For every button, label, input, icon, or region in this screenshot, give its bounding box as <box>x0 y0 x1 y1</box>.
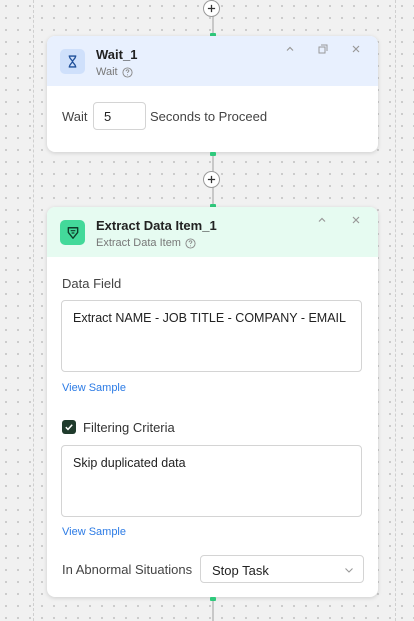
collapse-icon <box>286 46 294 51</box>
duplicate-button[interactable] <box>316 42 330 56</box>
view-sample-link[interactable]: View Sample <box>62 526 126 538</box>
wait-card-title: Wait_1 <box>96 47 138 62</box>
data-field-label: Data Field <box>62 276 122 291</box>
help-icon[interactable] <box>185 237 196 249</box>
filtering-criteria-value: Skip duplicated data <box>73 456 186 470</box>
seconds-value: 5 <box>104 109 112 124</box>
extract-card-title: Extract Data Item_1 <box>96 218 217 233</box>
seconds-input[interactable]: 5 <box>93 102 146 130</box>
extract-card-subtitle: Extract Data Item <box>96 237 181 249</box>
filtering-checkbox[interactable] <box>62 420 76 434</box>
extract-card-header[interactable]: Extract Data Item_1 Extract Data Item <box>47 207 378 257</box>
extract-card-subtitle-row: Extract Data Item <box>96 237 196 249</box>
abnormal-situations-select[interactable]: Stop Task <box>200 555 364 583</box>
wait-card-subtitle-row: Wait <box>96 66 133 78</box>
close-icon <box>352 45 360 53</box>
checkbox-check-icon <box>65 424 73 431</box>
collapse-icon <box>318 217 326 222</box>
help-icon[interactable] <box>122 66 133 78</box>
add-step-button[interactable] <box>203 0 220 17</box>
connector-line <box>212 601 214 621</box>
collapse-button[interactable] <box>315 213 329 227</box>
collapse-button[interactable] <box>283 42 297 56</box>
hourglass-icon <box>68 55 77 68</box>
wait-label-before: Wait <box>62 109 88 124</box>
copy-icon <box>318 44 328 54</box>
plus-icon <box>207 175 216 184</box>
wait-card-subtitle: Wait <box>96 66 118 78</box>
close-icon <box>352 216 360 224</box>
extract-data-card[interactable]: Extract Data Item_1 Extract Data Item Da… <box>47 207 378 597</box>
chevron-down-icon <box>345 568 353 573</box>
plus-icon <box>207 4 216 13</box>
wait-card-header[interactable]: Wait_1 Wait <box>47 36 378 86</box>
view-sample-link[interactable]: View Sample <box>62 382 126 394</box>
wait-card[interactable]: Wait_1 Wait Wait 5 Seconds to Proceed <box>47 36 378 152</box>
extract-step-icon <box>60 220 85 245</box>
wait-step-icon <box>60 49 85 74</box>
wait-label-after: Seconds to Proceed <box>150 109 268 124</box>
close-button[interactable] <box>349 213 363 227</box>
data-field-textarea[interactable]: Extract NAME - JOB TITLE - COMPANY - EMA… <box>61 300 362 372</box>
abnormal-situations-label: In Abnormal Situations <box>62 562 193 577</box>
data-field-value: Extract NAME - JOB TITLE - COMPANY - EMA… <box>73 311 346 325</box>
add-step-button[interactable] <box>203 171 220 188</box>
abnormal-situations-value: Stop Task <box>212 563 269 578</box>
filtering-criteria-label[interactable]: Filtering Criteria <box>83 420 175 435</box>
extract-icon <box>67 226 78 239</box>
close-button[interactable] <box>349 42 363 56</box>
filtering-criteria-textarea[interactable]: Skip duplicated data <box>61 445 362 517</box>
